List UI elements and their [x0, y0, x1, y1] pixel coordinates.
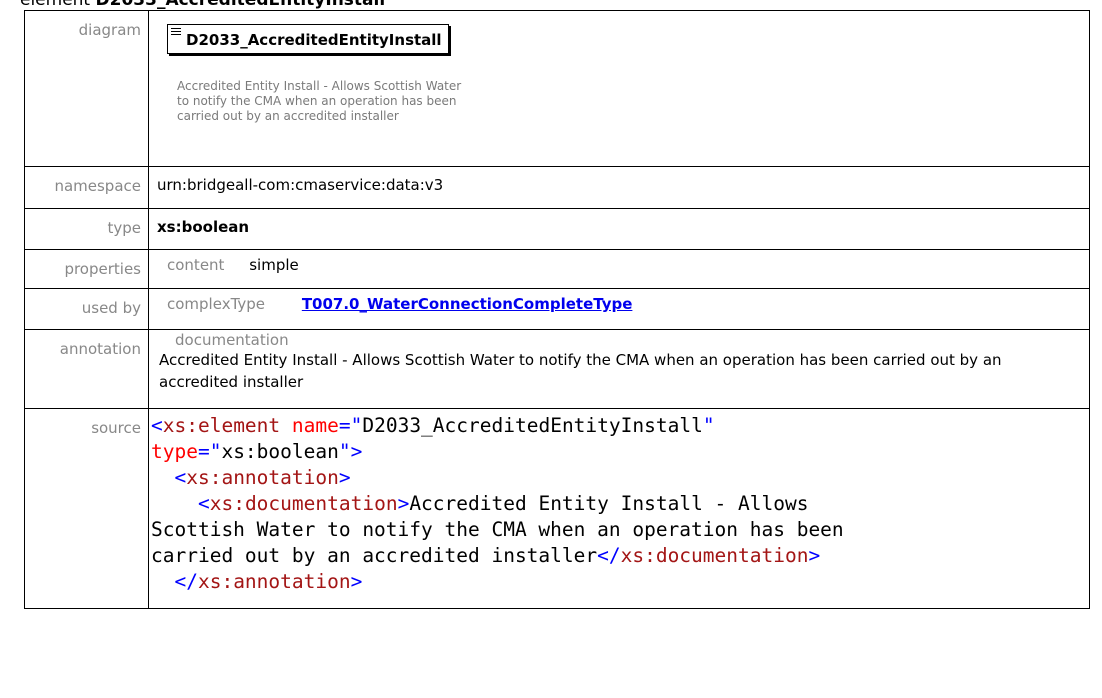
- type-value: xs:boolean: [157, 218, 250, 236]
- diagram-cell: D2033_AccreditedEntityInstall Accredited…: [148, 10, 1090, 167]
- element-doc-table: diagram D2033_AccreditedEntityInstall Ac…: [24, 10, 1090, 609]
- row-label-annotation: annotation: [24, 329, 149, 409]
- row-properties: properties content simple: [24, 249, 1090, 289]
- namespace-value: urn:bridgeall-com:cmaservice:data:v3: [148, 166, 1090, 209]
- row-type: type xs:boolean: [24, 208, 1090, 250]
- row-source: source <xs:element name="D2033_Accredite…: [24, 408, 1090, 609]
- row-label-namespace: namespace: [24, 166, 149, 209]
- row-label-diagram: diagram: [24, 10, 149, 167]
- properties-value: simple: [249, 256, 299, 274]
- row-label-used-by: used by: [24, 288, 149, 330]
- annotation-key: documentation: [175, 331, 289, 349]
- properties-key: content: [167, 256, 225, 274]
- row-label-source: source: [24, 408, 149, 609]
- diagram-element-title: D2033_AccreditedEntityInstall: [186, 31, 442, 49]
- row-annotation: annotation documentation Accredited Enti…: [24, 329, 1090, 409]
- annotation-text: Accredited Entity Install - Allows Scott…: [159, 351, 1002, 391]
- page-title: element D2033_AccreditedEntityInstall: [20, 0, 385, 10]
- used-by-link[interactable]: T007.0_WaterConnectionCompleteType: [302, 295, 633, 313]
- row-namespace: namespace urn:bridgeall-com:cmaservice:d…: [24, 166, 1090, 209]
- page-title-element-name: D2033_AccreditedEntityInstall: [95, 0, 386, 10]
- row-label-type: type: [24, 208, 149, 250]
- diagram: D2033_AccreditedEntityInstall Accredited…: [149, 11, 1089, 166]
- page-title-prefix: element: [20, 0, 91, 10]
- row-used-by: used by complexType T007.0_WaterConnecti…: [24, 288, 1090, 330]
- row-label-properties: properties: [24, 249, 149, 289]
- diagram-documentation: Accredited Entity Install - Allows Scott…: [177, 79, 462, 123]
- source-code: <xs:element name="D2033_AccreditedEntity…: [151, 414, 844, 593]
- used-by-key: complexType: [167, 295, 266, 313]
- element-lines-icon: [171, 28, 181, 37]
- row-diagram: diagram D2033_AccreditedEntityInstall Ac…: [24, 10, 1090, 167]
- diagram-element-box: D2033_AccreditedEntityInstall: [167, 24, 449, 54]
